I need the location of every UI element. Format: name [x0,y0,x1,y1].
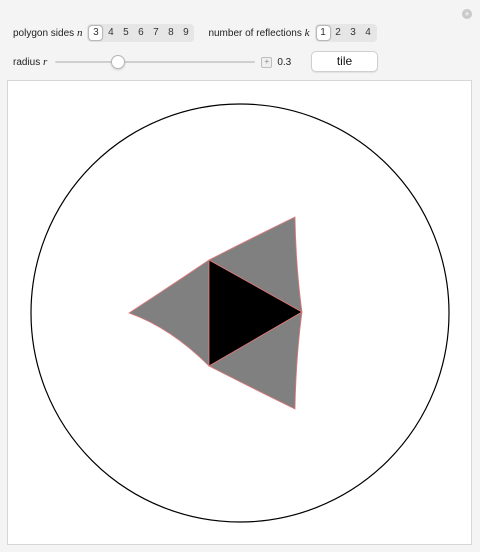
polygon-sides-option-3[interactable]: 3 [88,25,104,41]
top-controls-row: polygon sides n 3456789 number of reflec… [13,24,377,42]
radius-row: radius r + 0.3 [13,54,291,70]
reflections-option-3[interactable]: 3 [346,25,361,41]
reflections-option-2[interactable]: 2 [331,25,346,41]
radius-slider-track [55,61,256,63]
polygon-sides-option-6[interactable]: 6 [133,25,148,41]
polygon-sides-setter: 3456789 [87,24,195,42]
slider-expand-icon[interactable]: + [261,56,273,68]
reflections-label: number of reflections k [208,27,310,39]
reflections-option-1[interactable]: 1 [315,25,331,41]
tile-button[interactable]: tile [311,51,378,72]
polygon-sides-option-9[interactable]: 9 [178,25,193,41]
expand-plus-icon[interactable]: + [462,9,472,19]
radius-value: 0.3 [277,56,292,68]
polygon-sides-option-5[interactable]: 5 [118,25,133,41]
polygon-sides-option-8[interactable]: 8 [163,25,178,41]
radius-slider[interactable] [55,55,256,69]
polygon-sides-option-4[interactable]: 4 [103,25,118,41]
radius-label: radius r [13,56,48,68]
plot-canvas [7,80,472,545]
poincare-disk-plot [30,103,450,523]
reflections-option-4[interactable]: 4 [361,25,376,41]
reflected-polygon-left [128,259,210,367]
radius-slider-thumb[interactable] [111,55,126,69]
reflections-setter: 1234 [314,24,377,42]
polygon-sides-label: polygon sides n [13,27,83,39]
polygon-sides-option-7[interactable]: 7 [148,25,163,41]
